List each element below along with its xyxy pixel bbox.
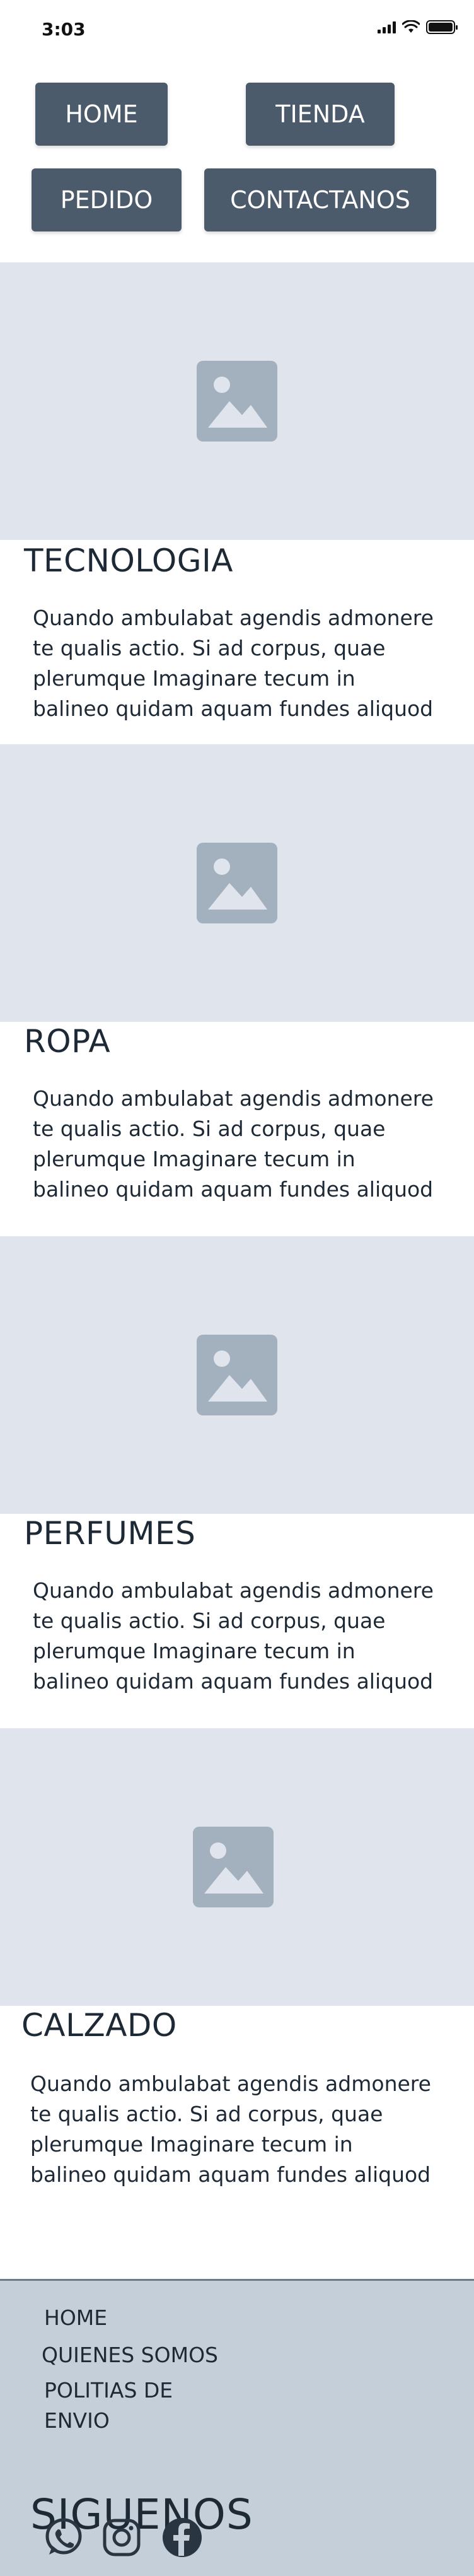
nav-tienda-button[interactable]: TIENDA (246, 83, 395, 146)
section-image (0, 262, 474, 540)
status-time: 3:03 (42, 19, 86, 40)
footer-link-politicas-envio[interactable]: POLITIAS DE ENVIO (44, 2375, 173, 2436)
section-description: Quando ambulabat agendis admonere te qua… (33, 1578, 434, 1694)
image-placeholder-icon (197, 843, 277, 923)
wifi-icon (402, 20, 420, 33)
footer-link-home[interactable]: HOME (44, 2303, 107, 2333)
facebook-icon[interactable] (161, 2517, 203, 2558)
footer-link-quienes-somos[interactable]: QUIENES SOMOS (42, 2340, 218, 2370)
section-title: ROPA (24, 1023, 111, 1060)
nav-pedido-button[interactable]: PEDIDO (32, 168, 182, 231)
nav-home-button[interactable]: HOME (35, 83, 168, 146)
section-title: PERFUMES (24, 1515, 196, 1552)
image-placeholder-icon (197, 361, 277, 442)
section-title: CALZADO (21, 2007, 177, 2044)
section-title: TECNOLOGIA (24, 542, 233, 579)
battery-icon (426, 20, 458, 34)
section-image (0, 744, 474, 1022)
instagram-icon[interactable] (101, 2517, 142, 2558)
nav-contactanos-button[interactable]: CONTACTANOS (204, 168, 436, 231)
whatsapp-icon[interactable] (43, 2517, 84, 2558)
section-description: Quando ambulabat agendis admonere te qua… (33, 606, 434, 721)
status-bar: 3:03 (0, 0, 474, 58)
section-image (0, 1236, 474, 1514)
section-image (0, 1728, 474, 2006)
status-icons (378, 20, 458, 34)
image-placeholder-icon (197, 1335, 277, 1415)
image-placeholder-icon (193, 1827, 274, 1907)
signal-icon (378, 21, 396, 33)
section-description: Quando ambulabat agendis admonere te qua… (33, 1086, 434, 1202)
section-description: Quando ambulabat agendis admonere te qua… (30, 2071, 431, 2187)
